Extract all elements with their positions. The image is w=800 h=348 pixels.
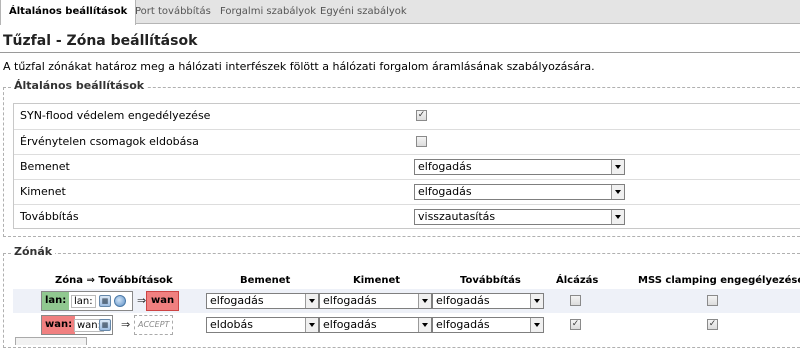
forward-target-accept: ACCEPT [134, 315, 174, 335]
forward-policy-select[interactable]: visszautasítás [414, 209, 625, 225]
network-interface-icon: ▦ [99, 295, 111, 307]
drop-invalid-label: Érvénytelen csomagok eldobása [20, 135, 199, 148]
chevron-down-icon [418, 318, 431, 332]
zones-legend: Zónák [11, 245, 56, 258]
output-policy-value: elfogadás [418, 185, 472, 198]
zone-lan-interface: lan: [71, 295, 96, 308]
chevron-down-icon [611, 160, 624, 174]
wan-output-select[interactable]: elfogadás [319, 317, 432, 333]
lan-mss-clamping-checkbox[interactable] [707, 295, 718, 306]
drop-invalid-row: Érvénytelen csomagok eldobása [14, 129, 800, 154]
drop-invalid-checkbox[interactable] [416, 136, 427, 147]
forward-arrow-icon: ⇒ [137, 294, 147, 307]
wan-input-select[interactable]: eldobás [206, 317, 319, 333]
zone-forward-header: Zóna ⇒ Továbbítások [55, 275, 173, 286]
tab-bar: Általános beállítások Port továbbítás Fo… [0, 0, 800, 25]
lan-input-value: elfogadás [210, 294, 264, 307]
wan-forward-select[interactable]: elfogadás [432, 317, 544, 333]
output-header: Kimenet [353, 275, 401, 286]
masquerading-header: Álcázás [556, 275, 599, 286]
tab-general-settings[interactable]: Általános beállítások [0, 0, 137, 25]
zone-lan-name: lan: [42, 292, 70, 310]
input-policy-select[interactable]: elfogadás [414, 159, 625, 175]
output-policy-label: Kimenet [20, 185, 66, 198]
input-header: Bemenet [240, 275, 291, 286]
chevron-down-icon [611, 210, 624, 224]
chevron-down-icon [530, 294, 543, 308]
wan-forward-value: elfogadás [436, 318, 490, 331]
lan-forward-select[interactable]: elfogadás [432, 293, 544, 309]
zones-section: Zónák Zóna ⇒ Továbbítások Bemenet Kimene… [3, 245, 800, 348]
page-description: A tűzfal zónákat határoz meg a hálózati … [3, 60, 595, 73]
lan-output-select[interactable]: elfogadás [319, 293, 432, 309]
tab-port-forwarding[interactable]: Port továbbítás [127, 0, 219, 24]
lan-output-value: elfogadás [323, 294, 377, 307]
chevron-down-icon [611, 185, 624, 199]
general-settings-table: SYN-flood védelem engedélyezése ✓ Érvény… [13, 103, 800, 229]
tab-traffic-rules[interactable]: Forgalmi szabályok [212, 0, 324, 24]
add-zone-button[interactable] [15, 337, 87, 345]
forward-policy-label: Továbbítás [20, 210, 79, 223]
forward-policy-row: Továbbítás visszautasítás [14, 204, 800, 229]
wan-masquerading-checkbox[interactable]: ✓ [570, 319, 581, 330]
syn-flood-checkbox[interactable]: ✓ [416, 110, 427, 121]
input-policy-row: Bemenet elfogadás [14, 154, 800, 179]
zone-wan-badge[interactable]: wan: wan: ▦ [41, 315, 113, 335]
globe-icon [114, 295, 126, 307]
input-policy-value: elfogadás [418, 160, 472, 173]
wan-input-value: eldobás [210, 318, 253, 331]
wan-output-value: elfogadás [323, 318, 377, 331]
output-policy-row: Kimenet elfogadás [14, 179, 800, 204]
general-settings-legend: Általános beállítások [11, 79, 148, 92]
page-title: Tűzfal - Zóna beállítások [3, 33, 198, 49]
forward-target-wan[interactable]: wan [146, 291, 180, 311]
tab-custom-rules[interactable]: Egyéni szabályok [312, 0, 415, 24]
lan-forward-value: elfogadás [436, 294, 490, 307]
zone-row-lan: lan: lan: ▦ ⇒ wan elfogadás elfogadás el… [13, 289, 800, 313]
forward-header: Továbbítás [460, 275, 521, 286]
syn-flood-row: SYN-flood védelem engedélyezése ✓ [14, 104, 800, 129]
mss-clamping-header: MSS clamping engegélyezése [638, 275, 800, 286]
syn-flood-label: SYN-flood védelem engedélyezése [20, 109, 211, 122]
general-settings-section: Általános beállítások SYN-flood védelem … [3, 79, 800, 237]
input-policy-label: Bemenet [20, 160, 70, 173]
zone-lan-badge[interactable]: lan: lan: ▦ [41, 291, 133, 311]
wan-mss-clamping-checkbox[interactable]: ✓ [707, 319, 718, 330]
zone-wan-name: wan: [42, 316, 76, 334]
chevron-down-icon [305, 294, 318, 308]
chevron-down-icon [418, 294, 431, 308]
chevron-down-icon [305, 318, 318, 332]
output-policy-select[interactable]: elfogadás [414, 184, 625, 200]
network-interface-icon: ▦ [99, 319, 111, 331]
title-divider [0, 52, 800, 53]
zone-row-wan: wan: wan: ▦ ⇒ ACCEPT eldobás elfogadás e… [13, 313, 800, 337]
lan-masquerading-checkbox[interactable] [570, 295, 581, 306]
lan-input-select[interactable]: elfogadás [206, 293, 319, 309]
chevron-down-icon [530, 318, 543, 332]
forward-policy-value: visszautasítás [418, 210, 496, 223]
forward-arrow-icon: ⇒ [121, 318, 131, 331]
